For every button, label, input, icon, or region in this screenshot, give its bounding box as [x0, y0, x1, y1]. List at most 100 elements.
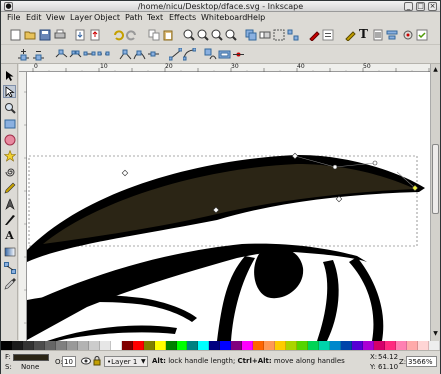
connector-tool-icon[interactable]	[3, 261, 16, 274]
object-to-path-icon[interactable]	[204, 48, 217, 61]
delete-node-icon[interactable]	[32, 48, 45, 61]
segment-line-icon[interactable]	[169, 48, 182, 61]
show-handles-icon[interactable]	[232, 48, 245, 61]
scrollbar-thumb[interactable]	[432, 144, 439, 214]
menu-text[interactable]: Text	[147, 13, 163, 22]
new-document-icon[interactable]	[9, 28, 22, 41]
segment-curve-icon[interactable]	[183, 48, 196, 61]
redo-icon[interactable]	[125, 28, 138, 41]
palette-swatch[interactable]	[143, 341, 155, 350]
palette-swatch[interactable]	[11, 341, 23, 350]
duplicate-icon[interactable]	[244, 28, 257, 41]
node-tool-icon[interactable]	[3, 85, 16, 98]
palette-swatch[interactable]	[110, 341, 122, 350]
zoom-tool-icon[interactable]	[3, 101, 16, 114]
text-tool-shortcut-icon[interactable]: T	[357, 27, 370, 41]
scroll-down-icon[interactable]: ▼	[432, 330, 439, 338]
palette-swatch[interactable]	[341, 341, 352, 350]
palette-swatch[interactable]	[275, 341, 287, 350]
rect-tool-icon[interactable]	[3, 117, 16, 130]
align-distribute-icon[interactable]	[385, 28, 398, 41]
node-symmetric-icon[interactable]	[147, 48, 160, 61]
calligraphy-tool-icon[interactable]	[3, 213, 16, 226]
palette-swatch[interactable]	[55, 341, 67, 350]
palette-swatch[interactable]	[417, 341, 429, 350]
node-handle[interactable]	[332, 164, 338, 170]
edit-xml-icon[interactable]	[343, 28, 356, 41]
fill-stroke-icon[interactable]	[307, 28, 320, 41]
path-node[interactable]	[121, 169, 129, 177]
drawing-canvas[interactable]	[27, 72, 430, 341]
node-cusp-icon[interactable]	[119, 48, 132, 61]
text-tool-icon[interactable]: A	[3, 229, 16, 242]
pencil-tool-icon[interactable]	[3, 181, 16, 194]
selector-tool-icon[interactable]	[3, 69, 16, 82]
open-file-icon[interactable]	[23, 28, 36, 41]
palette-swatch[interactable]	[428, 341, 440, 350]
palette-swatch[interactable]	[77, 341, 89, 350]
palette-swatch[interactable]	[242, 341, 254, 350]
save-icon[interactable]	[38, 28, 51, 41]
palette-swatch[interactable]	[395, 341, 407, 350]
maximize-icon[interactable]: □	[416, 2, 425, 11]
menu-path[interactable]: Path	[125, 13, 143, 22]
gradient-tool-icon[interactable]	[3, 245, 16, 258]
close-icon[interactable]: ×	[428, 2, 437, 11]
undo-icon[interactable]	[111, 28, 124, 41]
star-tool-icon[interactable]	[3, 149, 16, 162]
print-icon[interactable]	[53, 28, 66, 41]
eye-left-corner[interactable]	[217, 256, 255, 341]
zoom-page-icon[interactable]	[210, 28, 223, 41]
palette-swatch[interactable]	[198, 341, 210, 350]
node-smooth-icon[interactable]	[133, 48, 146, 61]
spiral-tool-icon[interactable]	[3, 165, 16, 178]
palette-swatch[interactable]	[330, 341, 342, 350]
fill-indicator[interactable]	[13, 354, 49, 361]
stroke-value[interactable]: None	[21, 363, 39, 371]
palette-swatch[interactable]	[231, 341, 243, 350]
ellipse-tool-icon[interactable]	[3, 133, 16, 146]
palette-swatch[interactable]	[220, 341, 232, 350]
join-nodes-icon[interactable]	[55, 48, 68, 61]
layer-lock-icon[interactable]	[92, 356, 102, 366]
palette-swatch[interactable]	[253, 341, 265, 350]
menu-whiteboard[interactable]: Whiteboard	[201, 13, 247, 22]
minimize-icon[interactable]: _	[404, 2, 413, 11]
zoom-selection-icon[interactable]	[182, 28, 195, 41]
palette-swatch[interactable]	[132, 341, 144, 350]
palette-swatch[interactable]	[44, 341, 56, 350]
palette-swatch[interactable]	[352, 341, 363, 350]
menu-layer[interactable]: Layer	[70, 13, 92, 22]
menu-help[interactable]: Help	[247, 13, 265, 22]
eye-outer-line[interactable]	[349, 257, 384, 341]
scroll-up-icon[interactable]: ▲	[432, 66, 439, 74]
preferences-icon[interactable]	[415, 28, 428, 41]
palette-swatch[interactable]	[308, 341, 320, 350]
palette-swatch[interactable]	[384, 341, 396, 350]
zoom-width-icon[interactable]	[224, 28, 237, 41]
zoom-field[interactable]: 3566%	[406, 356, 437, 367]
eye-pupil[interactable]	[254, 248, 304, 299]
menu-view[interactable]: View	[46, 13, 65, 22]
palette-swatch[interactable]	[406, 341, 418, 350]
palette-swatch[interactable]	[187, 341, 199, 350]
palette-swatch[interactable]	[66, 341, 78, 350]
text-font-icon[interactable]	[321, 28, 334, 41]
eye-right-line[interactable]	[317, 260, 339, 341]
palette-swatch[interactable]	[176, 341, 188, 350]
node-handle[interactable]	[372, 160, 378, 166]
eye-lower-lid[interactable]	[47, 325, 177, 341]
export-icon[interactable]	[88, 28, 101, 41]
menu-effects[interactable]: Effects	[169, 13, 196, 22]
palette-swatch[interactable]	[319, 341, 331, 350]
paste-icon[interactable]	[161, 28, 174, 41]
palette-swatch[interactable]	[88, 341, 100, 350]
delete-segment-icon[interactable]	[97, 48, 110, 61]
layer-dropdown[interactable]: •Layer 1 ▼	[104, 356, 148, 367]
menu-file[interactable]: File	[7, 13, 20, 22]
transform-icon[interactable]	[401, 28, 414, 41]
palette-swatch[interactable]	[165, 341, 177, 350]
palette-swatch[interactable]	[209, 341, 221, 350]
pen-tool-icon[interactable]	[3, 197, 16, 210]
menu-object[interactable]: Object	[94, 13, 120, 22]
